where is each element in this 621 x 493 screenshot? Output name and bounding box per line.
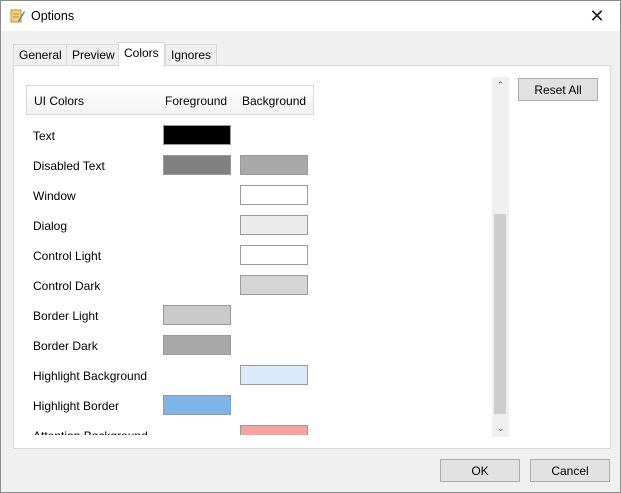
reset-all-button[interactable]: Reset All [518, 78, 598, 101]
window-title: Options [31, 9, 75, 23]
background-color-swatch[interactable] [240, 155, 308, 175]
color-row-label: Control Dark [33, 279, 101, 293]
close-icon: ✕ [589, 5, 605, 26]
foreground-color-swatch[interactable] [163, 395, 231, 415]
color-row-label: Highlight Background [33, 369, 148, 383]
color-row-label: Highlight Border [33, 399, 120, 413]
header-foreground: Foreground [165, 94, 228, 108]
color-row-label: Attention Background [33, 429, 148, 435]
header-background: Background [242, 94, 307, 108]
notepad-pencil-icon [10, 9, 25, 23]
scroll-up-button[interactable]: ⌃ [492, 77, 509, 94]
foreground-color-swatch[interactable] [163, 335, 231, 355]
foreground-color-swatch[interactable] [163, 305, 231, 325]
background-color-swatch[interactable] [240, 245, 308, 265]
options-dialog: Options ✕ General Preview Colors Ignores… [0, 0, 621, 493]
chevron-up-icon: ⌃ [496, 80, 505, 90]
color-row-label: Disabled Text [33, 159, 105, 173]
tab-ignores[interactable]: Ignores [165, 44, 218, 66]
color-row-label: Border Light [33, 309, 99, 323]
header-ui-colors: UI Colors [34, 94, 85, 108]
foreground-color-swatch[interactable] [163, 155, 231, 175]
tab-general[interactable]: General [13, 44, 68, 66]
background-color-swatch[interactable] [240, 365, 308, 385]
scroll-down-button[interactable]: ⌄ [492, 420, 509, 437]
tab-preview[interactable]: Preview [66, 44, 121, 66]
colors-panel: UI Colors Foreground Background Text Disa… [13, 65, 611, 449]
title-bar: Options ✕ [1, 1, 620, 31]
vertical-scrollbar[interactable]: ⌃ ⌄ [492, 77, 509, 437]
scrollbar-thumb[interactable] [494, 214, 506, 414]
color-row-label: Control Light [33, 249, 102, 263]
chevron-down-icon: ⌄ [496, 423, 505, 433]
foreground-color-swatch[interactable] [163, 125, 231, 145]
color-row-label: Window [33, 189, 76, 203]
colors-scroll-area[interactable]: UI Colors Foreground Background Text Disa… [15, 67, 505, 435]
ok-button[interactable]: OK [440, 459, 520, 482]
color-row-label: Dialog [33, 219, 68, 233]
background-color-swatch[interactable] [240, 185, 308, 205]
color-row-label: Text [33, 129, 56, 143]
tab-colors[interactable]: Colors [118, 42, 165, 67]
colors-table-header: UI Colors Foreground Background [26, 85, 314, 115]
color-row-label: Border Dark [33, 339, 98, 353]
background-color-swatch[interactable] [240, 215, 308, 235]
close-button[interactable]: ✕ [574, 1, 620, 31]
background-color-swatch[interactable] [240, 275, 308, 295]
background-color-swatch[interactable] [240, 425, 308, 435]
cancel-button[interactable]: Cancel [530, 459, 610, 482]
